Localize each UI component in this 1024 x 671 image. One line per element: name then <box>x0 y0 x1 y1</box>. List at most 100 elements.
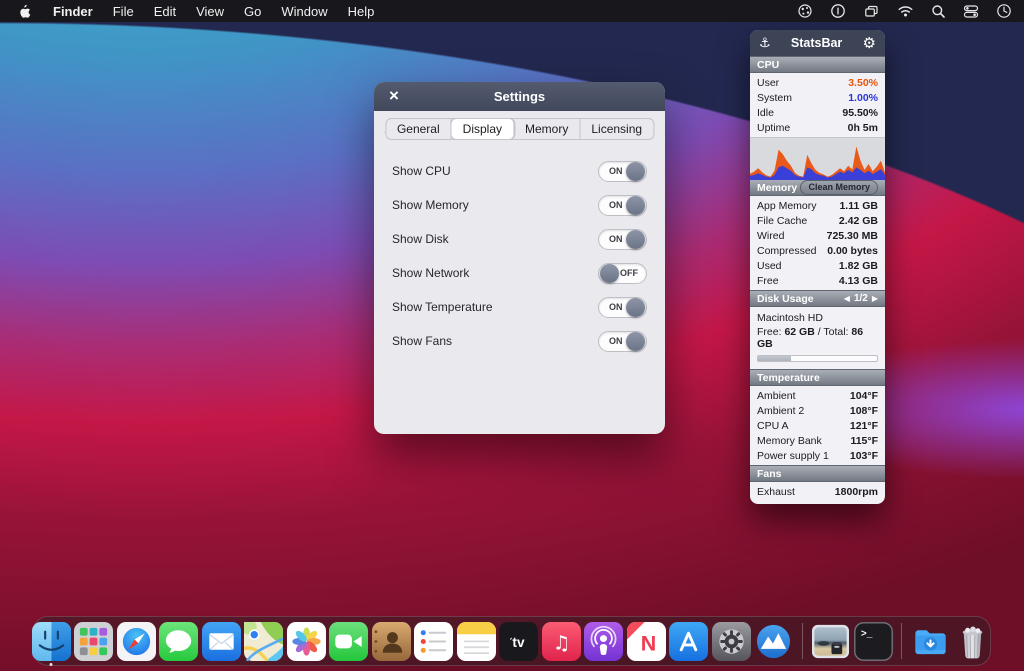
finder-icon[interactable] <box>32 622 71 661</box>
menu-item-finder[interactable]: Finder <box>43 2 103 21</box>
app-sphere-icon[interactable] <box>797 3 813 19</box>
tab-memory[interactable]: Memory <box>514 119 580 139</box>
apple-menu[interactable] <box>12 4 43 19</box>
windows-icon[interactable] <box>863 3 880 19</box>
show-memory-toggle[interactable]: ON <box>598 195 647 216</box>
temperature-rows: Ambient104°F Ambient 2108°F CPU A121°F M… <box>750 386 885 465</box>
tv-icon[interactable]: tv <box>499 622 538 661</box>
tab-general[interactable]: General <box>386 119 452 139</box>
photos-icon[interactable] <box>287 622 326 661</box>
mail-icon[interactable] <box>202 622 241 661</box>
svg-text:♫: ♫ <box>553 631 570 654</box>
tab-licensing[interactable]: Licensing <box>580 119 653 139</box>
show-disk-toggle[interactable]: ON <box>598 229 647 250</box>
disk-volume-name: Macintosh HD <box>757 311 878 325</box>
stat-value: 0.00 bytes <box>827 245 878 257</box>
stat-value: 1800rpm <box>835 486 878 498</box>
disk-body: Macintosh HD Free: 62 GB / Total: 86 GB <box>750 307 885 369</box>
running-indicator <box>50 663 53 666</box>
safari-icon[interactable] <box>117 622 156 661</box>
menu-item-window[interactable]: Window <box>271 2 337 21</box>
notes-icon[interactable] <box>457 622 496 661</box>
menu-item-help[interactable]: Help <box>338 2 385 21</box>
cpu-row-system: System 1.00% <box>750 90 885 105</box>
stat-label: Used <box>757 260 782 272</box>
stat-value: 725.30 MB <box>827 230 878 242</box>
show-fans-toggle[interactable]: ON <box>598 331 647 352</box>
contacts-icon[interactable] <box>372 622 411 661</box>
tab-display[interactable]: Display <box>452 119 514 139</box>
stat-value: 1.82 GB <box>839 260 878 272</box>
stat-label: CPU A <box>757 420 789 432</box>
menu-item-edit[interactable]: Edit <box>144 2 186 21</box>
clean-memory-button[interactable]: Clean Memory <box>800 180 878 195</box>
window-title: Settings <box>494 89 545 104</box>
settings-titlebar[interactable]: × Settings <box>374 82 665 111</box>
dock: tv ♫ N >_ <box>33 616 991 666</box>
memory-rows: App Memory1.11 GB File Cache2.42 GB Wire… <box>750 196 885 290</box>
news-icon[interactable]: N <box>627 622 666 661</box>
toggle-state-label: OFF <box>620 268 638 278</box>
memory-section-header: Memory Clean Memory <box>750 179 885 196</box>
toggle-state-label: ON <box>609 336 623 346</box>
disk-usage-bar <box>757 355 878 362</box>
temperature-row: Memory Bank115°F <box>750 433 885 448</box>
disk-page-indicator: 1/2 <box>854 293 868 304</box>
launchpad-icon[interactable] <box>74 622 113 661</box>
stat-value: 108°F <box>850 405 878 417</box>
system-preferences-icon[interactable] <box>712 622 751 661</box>
setting-label: Show Memory <box>392 198 469 212</box>
statsbar-panel: ⚓ StatsBar ⚙ CPU User 3.50% System 1.00%… <box>750 30 885 504</box>
prev-page-icon[interactable]: ◀ <box>844 294 850 303</box>
messages-icon[interactable] <box>159 622 198 661</box>
terminal-icon[interactable]: >_ <box>854 622 893 661</box>
fans-rows: Exhaust1800rpm <box>750 482 885 504</box>
memory-row: Used 1.82 GB <box>750 258 885 273</box>
svg-text:N: N <box>640 631 655 655</box>
app-store-icon[interactable] <box>669 622 708 661</box>
next-page-icon[interactable]: ▶ <box>872 294 878 303</box>
memory-row: App Memory1.11 GB <box>750 198 885 213</box>
facetime-icon[interactable] <box>329 622 368 661</box>
trash-icon[interactable] <box>953 622 992 661</box>
menu-item-file[interactable]: File <box>103 2 144 21</box>
control-center-icon[interactable] <box>963 4 979 19</box>
gear-icon[interactable]: ⚙ <box>863 34 876 52</box>
toggle-state-label: ON <box>609 234 623 244</box>
memory-row: File Cache2.42 GB <box>750 213 885 228</box>
close-icon[interactable]: × <box>383 85 405 107</box>
podcasts-icon[interactable] <box>584 622 623 661</box>
cpu-usage-graph <box>750 137 885 179</box>
apple-logo-icon <box>18 4 31 19</box>
maps-icon[interactable] <box>244 622 283 661</box>
memory-row: Free4.13 GB <box>750 273 885 288</box>
wifi-icon[interactable] <box>897 4 914 18</box>
setting-label: Show Temperature <box>392 300 493 314</box>
clock-icon[interactable] <box>996 3 1012 19</box>
downloads-folder-icon[interactable] <box>911 622 950 661</box>
music-icon[interactable]: ♫ <box>542 622 581 661</box>
toggle-knob <box>626 230 645 249</box>
show-temperature-toggle[interactable]: ON <box>598 297 647 318</box>
stat-label: Idle <box>757 107 774 119</box>
stat-value: 3.50% <box>848 77 878 89</box>
stat-value: 2.42 GB <box>839 215 878 227</box>
menu-item-view[interactable]: View <box>186 2 234 21</box>
disk-header-label: Disk Usage <box>757 293 814 305</box>
show-cpu-toggle[interactable]: ON <box>598 161 647 182</box>
menu-item-go[interactable]: Go <box>234 2 271 21</box>
statsbar-app-icon[interactable] <box>754 622 793 661</box>
memory-row: Compressed0.00 bytes <box>750 243 885 258</box>
setting-row-show-temperature: Show Temperature ON <box>374 290 665 324</box>
memory-row: Wired725.30 MB <box>750 228 885 243</box>
temperature-row: Ambient 2108°F <box>750 403 885 418</box>
dock-divider <box>802 623 803 659</box>
search-icon[interactable] <box>931 4 946 19</box>
anchor-icon: ⚓ <box>759 36 771 51</box>
power-circle-icon[interactable] <box>830 3 846 19</box>
show-network-toggle[interactable]: OFF <box>598 263 647 284</box>
window-preview-icon[interactable] <box>811 622 850 661</box>
cpu-section-header: CPU <box>750 56 885 73</box>
reminders-icon[interactable] <box>414 622 453 661</box>
temperature-row: Ambient104°F <box>750 388 885 403</box>
